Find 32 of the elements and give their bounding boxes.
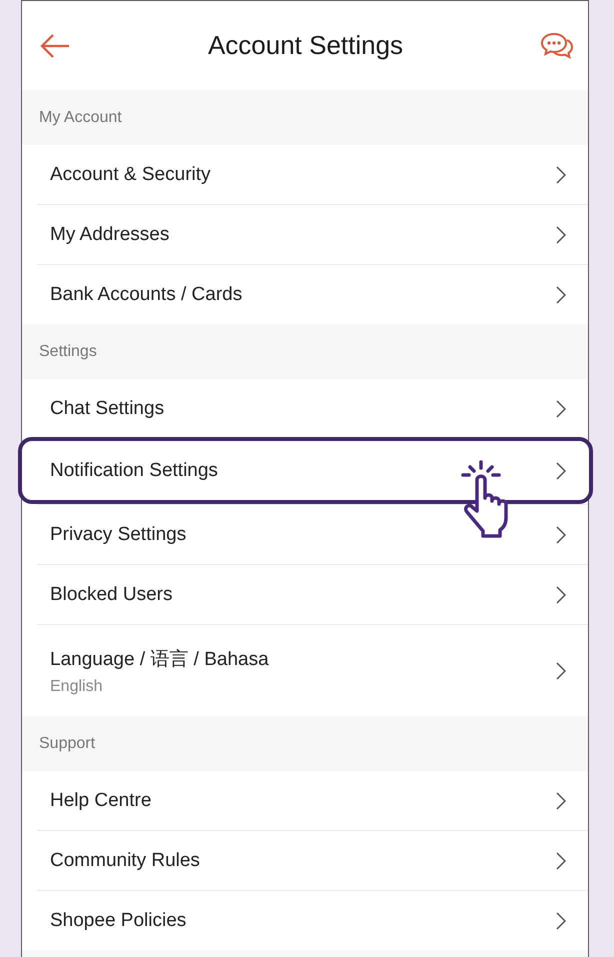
chevron-right-icon: [556, 586, 566, 604]
chevron-right-icon: [556, 526, 566, 544]
chevron-right-icon: [556, 226, 566, 244]
item-label: My Addresses: [50, 224, 170, 246]
item-value: English: [50, 678, 104, 696]
chevron-right-icon: [556, 400, 566, 418]
section-heading: Settings: [38, 342, 98, 362]
back-button[interactable]: [40, 32, 71, 58]
section-heading: Support: [38, 734, 96, 754]
page-title: Account Settings: [208, 30, 404, 61]
chevron-right-icon: [556, 662, 566, 680]
item-label: Language / 语言 / Bahasa: [50, 648, 269, 672]
chevron-right-icon: [556, 912, 566, 930]
item-label: Shopee Policies: [50, 910, 186, 932]
chevron-right-icon: [556, 286, 566, 304]
chat-bubbles-icon: [540, 32, 574, 60]
chevron-right-icon: [556, 462, 566, 480]
chevron-right-icon: [556, 852, 566, 870]
section-heading: My Account: [38, 108, 123, 128]
item-label: Help Centre: [50, 790, 152, 812]
chevron-right-icon: [556, 792, 566, 810]
settings-item[interactable]: Notification Settings: [18, 437, 593, 504]
item-label: Account & Security: [50, 164, 211, 186]
chat-button[interactable]: [540, 32, 574, 60]
item-label: Notification Settings: [50, 460, 218, 482]
item-label: Community Rules: [50, 850, 200, 872]
back-arrow-icon: [40, 32, 71, 58]
item-label: Privacy Settings: [50, 524, 186, 546]
item-label: Blocked Users: [50, 584, 172, 606]
item-label: Chat Settings: [50, 398, 164, 420]
item-label: Bank Accounts / Cards: [50, 284, 242, 306]
chevron-right-icon: [556, 166, 566, 184]
